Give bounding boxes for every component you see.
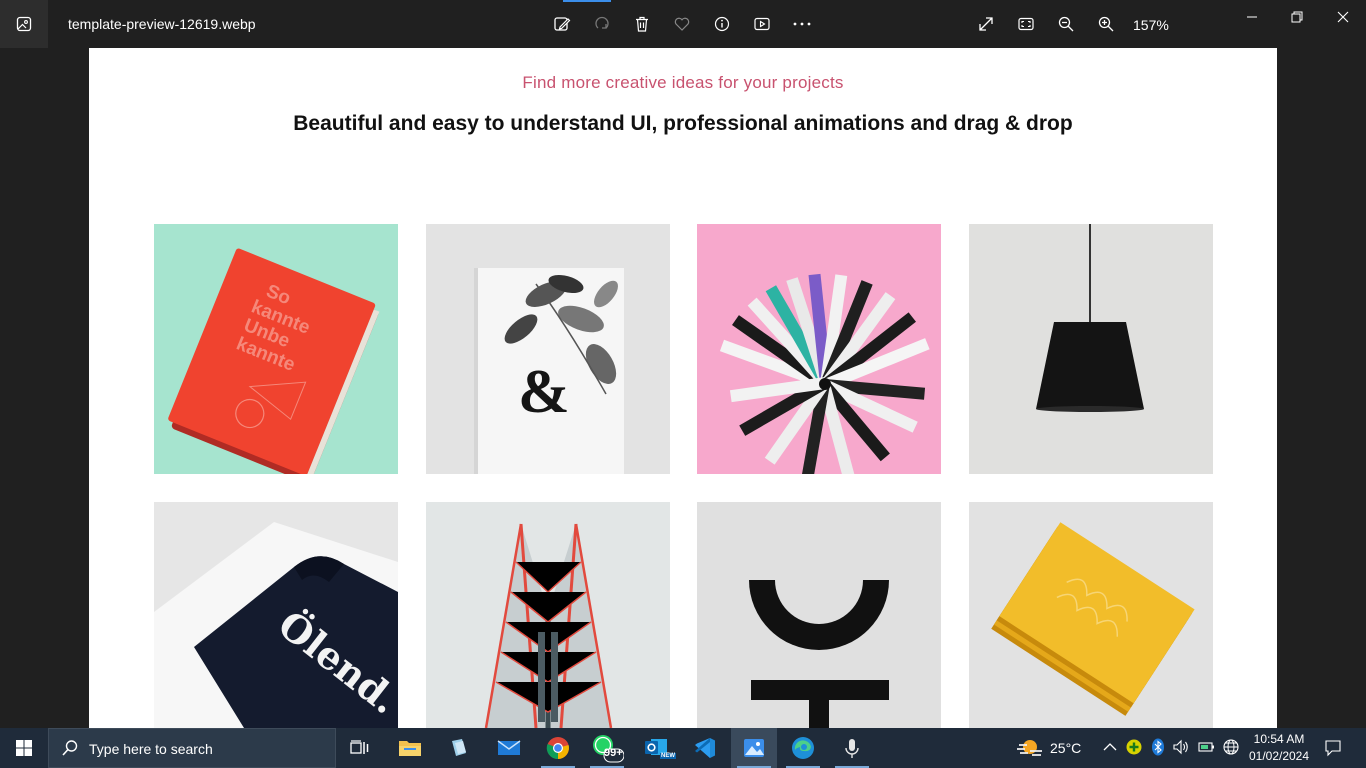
clock-date: 01/02/2024 [1248, 749, 1310, 763]
file-explorer-icon[interactable] [387, 728, 433, 768]
photos-taskbar-icon[interactable] [731, 728, 777, 768]
minimize-button[interactable] [1237, 8, 1267, 26]
weather-icon[interactable] [1016, 737, 1044, 764]
tile-ampersand-leaves: & [426, 224, 670, 474]
image-canvas: Find more creative ideas for your projec… [89, 48, 1277, 728]
taskbar-clock[interactable]: 10:54 AM 01/02/2024 [1244, 731, 1314, 765]
zoom-out-icon[interactable] [1054, 12, 1078, 36]
zoom-level[interactable]: 157% [1133, 17, 1169, 33]
weather-temperature[interactable]: 25°C [1050, 740, 1081, 756]
image-headline: Beautiful and easy to understand UI, pro… [293, 112, 1073, 135]
network-globe-icon[interactable] [1222, 738, 1240, 756]
delete-icon[interactable] [630, 12, 654, 36]
zoom-in-icon[interactable] [1094, 12, 1118, 36]
whatsapp-badge: 99+ [604, 747, 623, 759]
photos-app-icon[interactable] [0, 0, 48, 48]
task-view-icon[interactable] [337, 728, 383, 768]
info-icon[interactable] [710, 12, 734, 36]
fullscreen-icon[interactable] [974, 12, 998, 36]
tile-color-swatch-fan [697, 224, 941, 474]
restore-button[interactable] [1282, 8, 1312, 26]
fit-to-window-icon[interactable] [1014, 12, 1038, 36]
volume-icon[interactable] [1172, 738, 1190, 756]
notes-app-icon[interactable] [436, 728, 482, 768]
edge-icon[interactable] [780, 728, 826, 768]
slideshow-icon[interactable] [750, 12, 774, 36]
tile-olend-sweater: Ölend. [154, 502, 398, 728]
whatsapp-icon[interactable]: 99+ [584, 728, 630, 768]
start-button[interactable] [0, 728, 48, 768]
chrome-icon[interactable] [535, 728, 581, 768]
image-subtitle: Find more creative ideas for your projec… [522, 73, 844, 92]
edit-image-icon[interactable] [550, 12, 574, 36]
tile-building-facade [426, 502, 670, 728]
voice-recorder-icon[interactable] [829, 728, 875, 768]
search-icon [61, 739, 79, 762]
tile-black-letterform [697, 502, 941, 728]
bluetooth-icon[interactable] [1149, 738, 1167, 756]
outlook-icon[interactable]: NEW [633, 728, 679, 768]
tile-yellow-notebooks [969, 502, 1213, 728]
show-hidden-icons-chevron-icon[interactable] [1101, 738, 1119, 756]
ampersand-glyph: & [518, 358, 570, 426]
toolbar-accent-line [563, 0, 611, 2]
tray-app-plus-icon[interactable] [1125, 738, 1143, 756]
title-bar: template-preview-12619.webp 157% [0, 0, 1366, 48]
close-button[interactable] [1328, 8, 1358, 26]
window-title: template-preview-12619.webp [68, 16, 256, 32]
taskbar-search-box[interactable]: Type here to search [48, 728, 336, 768]
battery-icon[interactable] [1198, 738, 1216, 756]
clock-time: 10:54 AM [1253, 732, 1305, 746]
search-placeholder: Type here to search [89, 741, 213, 757]
rotate-icon[interactable] [590, 12, 614, 36]
tile-pendant-lamp [969, 224, 1213, 474]
taskbar: Type here to search 99+ NEW 25°C 10:54 A… [0, 728, 1366, 768]
notification-center-icon[interactable] [1324, 739, 1342, 757]
favorite-icon[interactable] [670, 12, 694, 36]
vscode-icon[interactable] [682, 728, 728, 768]
more-icon[interactable] [790, 12, 814, 36]
mail-icon[interactable] [486, 728, 532, 768]
tile-red-book: So kannte Unbe kannte [154, 224, 398, 474]
outlook-new-badge: NEW [660, 753, 676, 759]
